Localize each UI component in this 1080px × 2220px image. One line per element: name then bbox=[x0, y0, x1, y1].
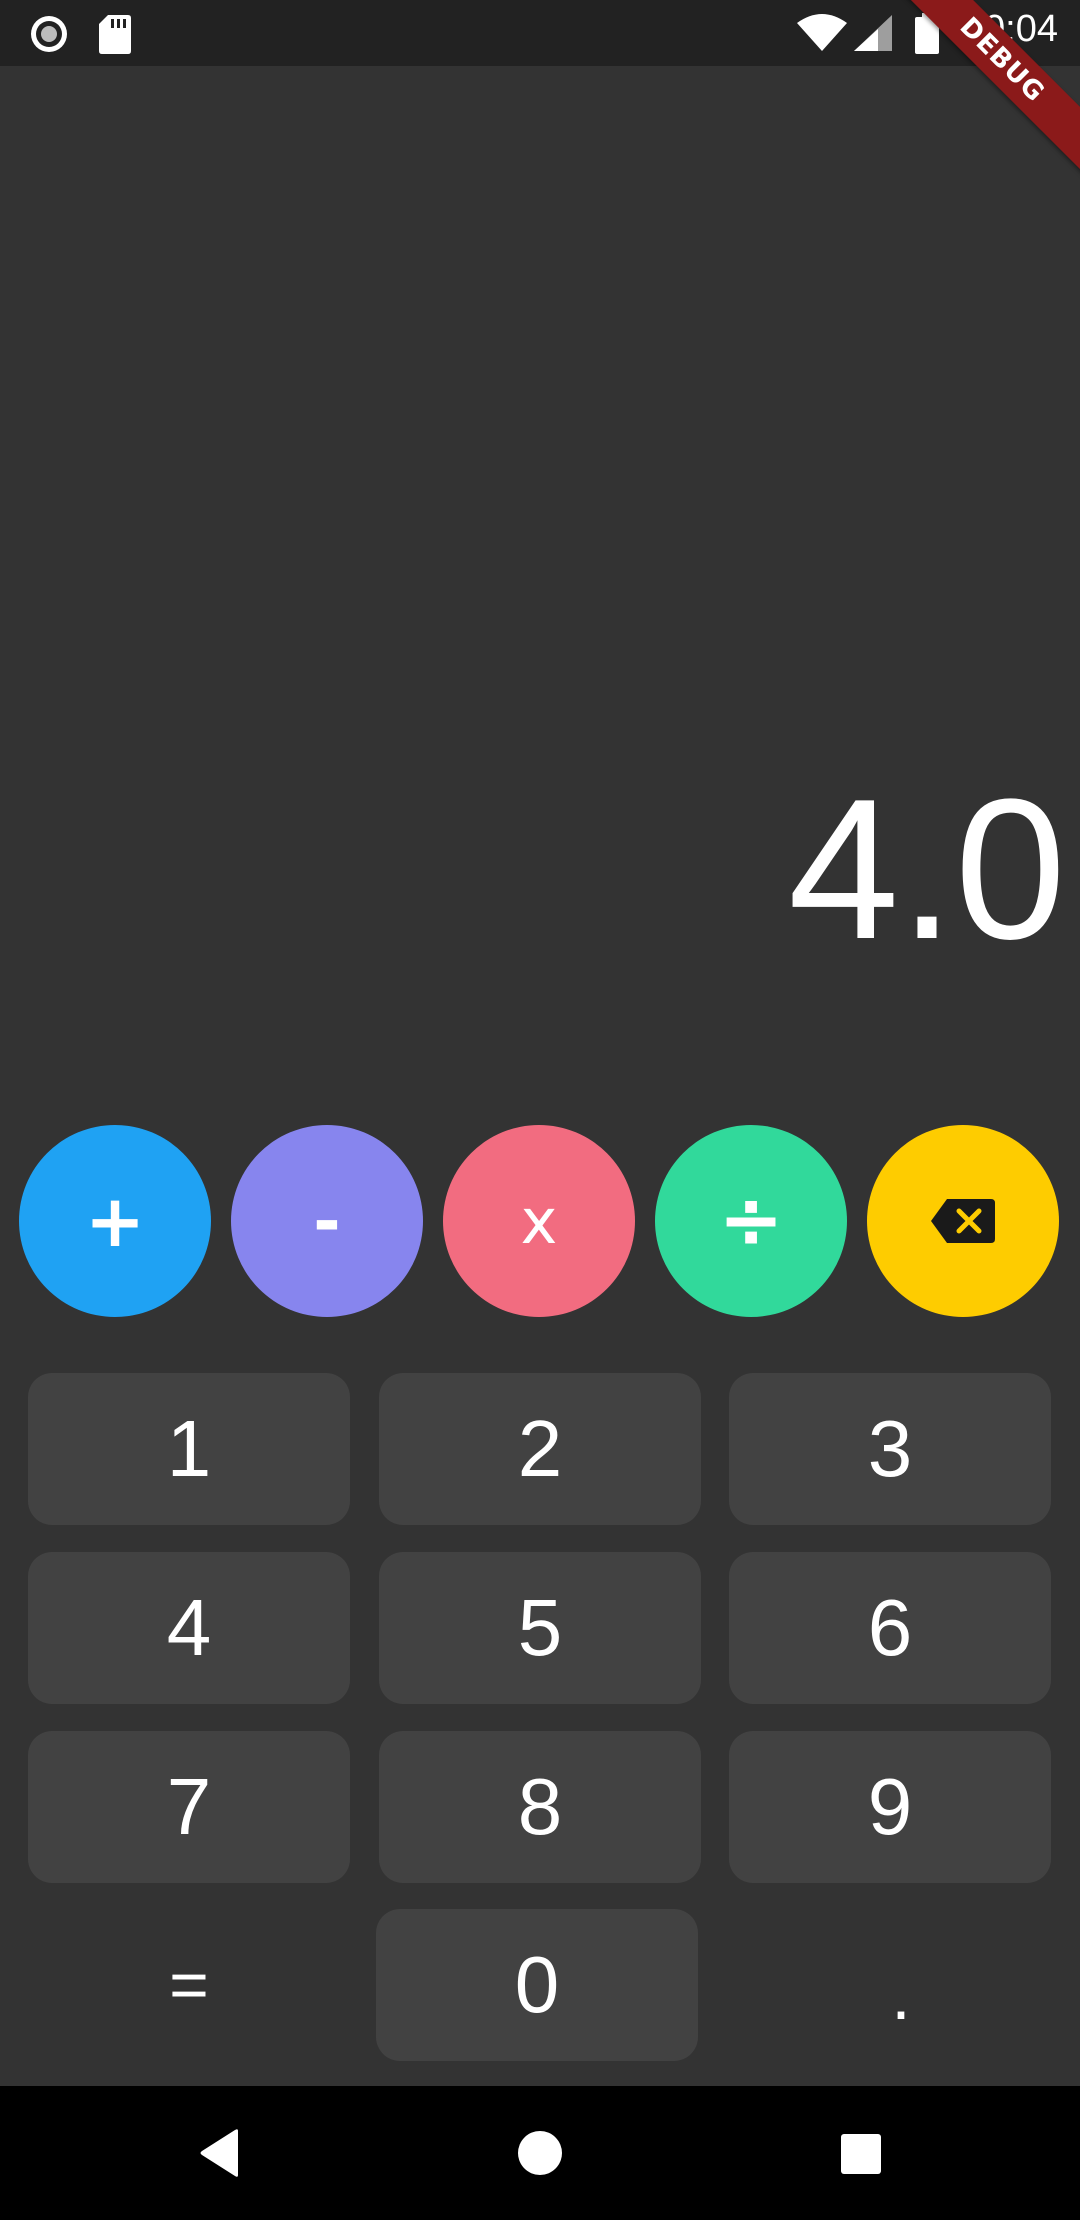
signal-icon bbox=[854, 15, 892, 51]
status-bar: 10:04 bbox=[0, 0, 1080, 66]
multiply-button[interactable]: x bbox=[443, 1125, 635, 1317]
key-2[interactable]: 2 bbox=[379, 1373, 701, 1525]
key-1[interactable]: 1 bbox=[28, 1373, 350, 1525]
key-7[interactable]: 7 bbox=[28, 1731, 350, 1883]
divide-button[interactable]: ÷ bbox=[655, 1125, 847, 1317]
key-0[interactable]: 0 bbox=[376, 1909, 698, 2061]
divide-label: ÷ bbox=[718, 1176, 784, 1266]
wifi-icon bbox=[797, 14, 847, 51]
key-4[interactable]: 4 bbox=[28, 1552, 350, 1704]
add-button[interactable]: + bbox=[19, 1125, 211, 1317]
multiply-label: x bbox=[520, 1184, 558, 1258]
recents-icon[interactable] bbox=[840, 2133, 882, 2175]
equals-button[interactable]: = bbox=[28, 1909, 350, 2061]
decimal-button[interactable]: . bbox=[740, 1919, 1062, 2071]
result-display: 4.0 bbox=[787, 758, 1066, 981]
key-8[interactable]: 8 bbox=[379, 1731, 701, 1883]
sd-card-icon bbox=[99, 15, 131, 54]
key-3[interactable]: 3 bbox=[729, 1373, 1051, 1525]
subtract-button[interactable]: - bbox=[231, 1125, 423, 1317]
key-5[interactable]: 5 bbox=[379, 1552, 701, 1704]
record-icon bbox=[31, 16, 67, 52]
backspace-button[interactable] bbox=[867, 1125, 1059, 1317]
add-label: + bbox=[84, 1179, 146, 1263]
home-icon[interactable] bbox=[517, 2130, 563, 2176]
back-icon[interactable] bbox=[198, 2128, 242, 2178]
key-6[interactable]: 6 bbox=[729, 1552, 1051, 1704]
nav-bar bbox=[0, 2086, 1080, 2220]
key-9[interactable]: 9 bbox=[729, 1731, 1051, 1883]
backspace-icon bbox=[931, 1199, 995, 1243]
subtract-label: - bbox=[313, 1182, 341, 1260]
